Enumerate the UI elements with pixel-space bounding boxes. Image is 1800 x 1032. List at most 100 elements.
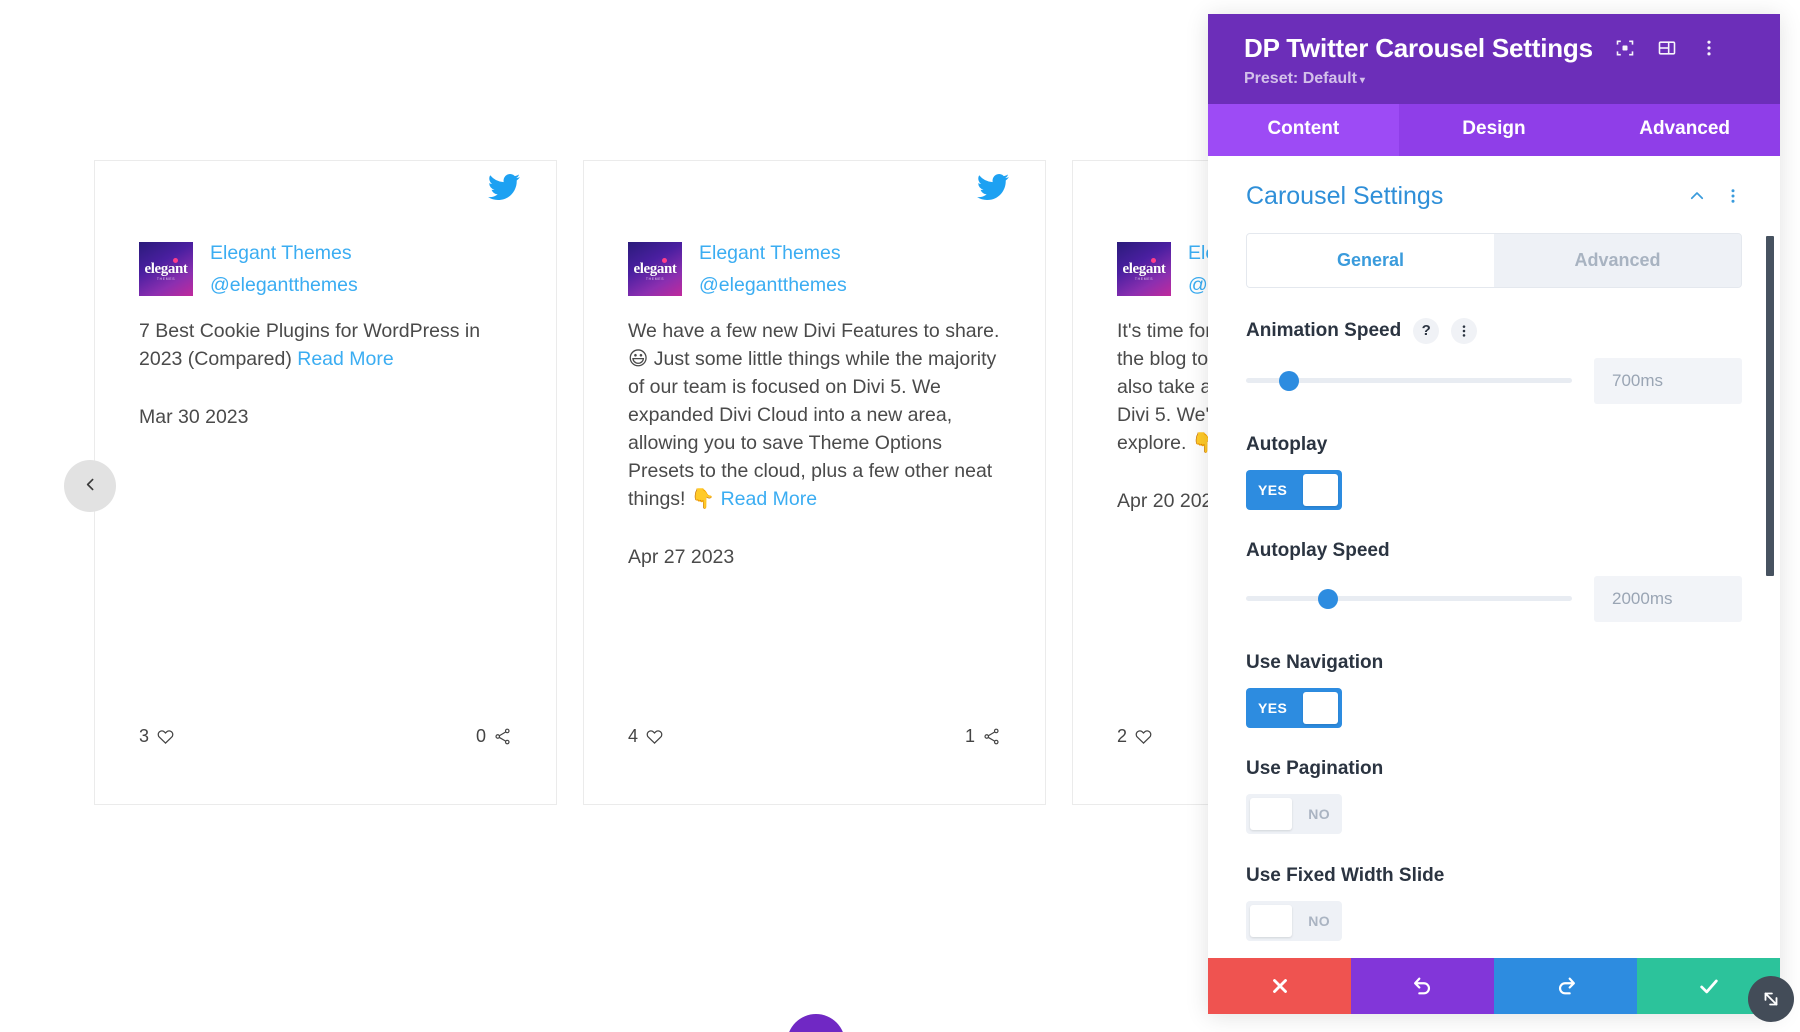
tab-design[interactable]: Design [1399, 104, 1590, 156]
slider-thumb[interactable] [1317, 588, 1338, 609]
like-count: 4 [628, 726, 639, 746]
pointing-down-emoji: 👇 [690, 487, 716, 510]
field-animation-speed: Animation Speed ? 700ms [1246, 317, 1742, 404]
autoplay-speed-value[interactable]: 2000ms [1594, 575, 1742, 622]
like-stat[interactable]: 4 [628, 726, 664, 747]
share-count: 1 [964, 726, 975, 746]
twitter-bird-icon [488, 171, 520, 203]
chevron-up-icon[interactable] [1688, 187, 1706, 205]
modal-title: DP Twitter Carousel Settings [1244, 33, 1593, 63]
avatar-label: elegant [1122, 260, 1166, 277]
avatar-dot-icon [662, 258, 667, 263]
share-stat[interactable]: 0 [476, 726, 512, 747]
twitter-bird-icon [977, 171, 1009, 203]
app-root: elegant THEMES Elegant Themes @elegantth… [0, 0, 1800, 1032]
undo-button[interactable] [1351, 958, 1494, 1014]
avatar-sublabel: THEMES [645, 277, 665, 281]
chevron-down-icon: ▾ [1359, 74, 1365, 86]
tweet-date: Apr 27 2023 [628, 546, 735, 568]
avatar: elegant THEMES [139, 242, 193, 296]
share-stat[interactable]: 1 [965, 726, 1001, 747]
share-icon [982, 727, 1001, 746]
autoplay-toggle[interactable]: YES [1246, 469, 1342, 510]
target-icon[interactable] [1615, 38, 1635, 58]
animation-speed-value[interactable]: 700ms [1594, 357, 1742, 404]
field-use-navigation: Use Navigation YES [1246, 652, 1742, 728]
twitter-carousel: elegant THEMES Elegant Themes @elegantth… [0, 0, 1535, 1032]
tweet-body-part2: Just some little things while the majori… [628, 348, 997, 510]
animation-speed-slider[interactable] [1246, 370, 1572, 391]
toggle-knob [1250, 904, 1293, 937]
avatar: elegant THEMES [1117, 242, 1171, 296]
tweet-card[interactable]: elegant THEMES Elegant Themes @elegantth… [94, 160, 557, 805]
avatar-label: elegant [633, 260, 677, 277]
animation-speed-kebab-menu-icon[interactable] [1451, 317, 1478, 344]
tweet-card[interactable]: elegant THEMES Elegant Themes @elegantth… [583, 160, 1046, 805]
tweet-stats: 4 1 [628, 726, 1001, 747]
toggle-knob [1303, 691, 1338, 724]
heart-icon [645, 727, 664, 746]
resize-diagonal-icon [1760, 988, 1782, 1010]
settings-scrollbar[interactable] [1766, 235, 1774, 576]
author-handle-link[interactable]: @elegantthemes [210, 271, 358, 299]
carousel-prev-button[interactable] [64, 460, 116, 512]
use-fixed-width-slide-toggle[interactable]: NO [1246, 900, 1342, 941]
tab-content[interactable]: Content [1208, 103, 1399, 156]
chevron-left-icon [82, 476, 99, 496]
field-autoplay: Autoplay YES [1246, 434, 1742, 510]
field-use-pagination: Use Pagination NO [1246, 758, 1742, 835]
redo-icon [1555, 975, 1577, 997]
cancel-button[interactable] [1208, 958, 1351, 1014]
tweet-text: We have a few new Divi Features to share… [628, 317, 1001, 513]
use-pagination-toggle[interactable]: NO [1246, 793, 1342, 834]
use-pagination-toggle-state: NO [1308, 805, 1330, 822]
divi-floating-button[interactable] [787, 1014, 845, 1032]
use-navigation-toggle[interactable]: YES [1246, 687, 1342, 728]
share-count: 0 [475, 726, 486, 746]
like-stat[interactable]: 3 [139, 726, 175, 747]
tweet-author[interactable]: elegant THEMES Elegant Themes @elegantth… [139, 239, 512, 299]
read-more-link[interactable]: Read More [721, 488, 817, 510]
modal-resize-handle[interactable] [1748, 976, 1794, 1022]
author-name-link[interactable]: Elegant Themes [699, 239, 847, 267]
grinning-face-emoji: 😃 [628, 347, 649, 370]
like-count: 2 [1117, 726, 1128, 746]
module-settings-modal: DP Twitter Carousel Settings Preset: Def… [1208, 14, 1780, 1014]
kebab-menu-icon[interactable] [1699, 38, 1719, 58]
redo-button[interactable] [1494, 958, 1637, 1014]
read-more-link[interactable]: Read More [297, 348, 393, 370]
tab-advanced[interactable]: Advanced [1589, 104, 1780, 156]
avatar-label: elegant [144, 260, 188, 277]
field-autoplay-speed: Autoplay Speed 2000ms [1246, 540, 1742, 622]
layout-panel-icon[interactable] [1657, 38, 1677, 58]
use-navigation-toggle-state: YES [1258, 699, 1288, 716]
use-navigation-label: Use Navigation [1246, 651, 1384, 673]
author-handle-link[interactable]: @elegantthemes [699, 271, 847, 299]
like-count: 3 [139, 726, 150, 746]
carousel-settings-section-header: Carousel Settings [1246, 182, 1742, 211]
autoplay-speed-slider[interactable] [1246, 588, 1572, 609]
like-stat[interactable]: 2 [1117, 726, 1153, 747]
tweet-author[interactable]: elegant THEMES Elegant Themes @elegantth… [628, 239, 1001, 299]
toggle-knob [1250, 797, 1293, 830]
tweet-stats: 3 0 [139, 726, 512, 747]
use-pagination-label: Use Pagination [1246, 757, 1384, 779]
avatar-dot-icon [1151, 258, 1156, 263]
avatar-dot-icon [173, 258, 178, 263]
avatar-sublabel: THEMES [1134, 277, 1154, 281]
share-icon [493, 727, 512, 746]
segment-advanced[interactable]: Advanced [1494, 233, 1741, 287]
modal-body: Carousel Settings General Advanced Anima… [1208, 155, 1780, 958]
section-title: Carousel Settings [1246, 181, 1444, 210]
section-kebab-menu-icon[interactable] [1724, 187, 1742, 205]
segment-general[interactable]: General [1247, 233, 1494, 287]
avatar-sublabel: THEMES [156, 277, 176, 281]
author-name-link[interactable]: Elegant Themes [210, 239, 358, 267]
close-icon [1269, 975, 1291, 997]
question-icon[interactable]: ? [1413, 317, 1440, 344]
slider-thumb[interactable] [1278, 370, 1299, 391]
check-icon [1698, 975, 1720, 997]
preset-selector[interactable]: Preset: Default ▾ [1244, 70, 1744, 88]
avatar: elegant THEMES [628, 242, 682, 296]
preset-label: Preset: Default [1244, 69, 1357, 87]
